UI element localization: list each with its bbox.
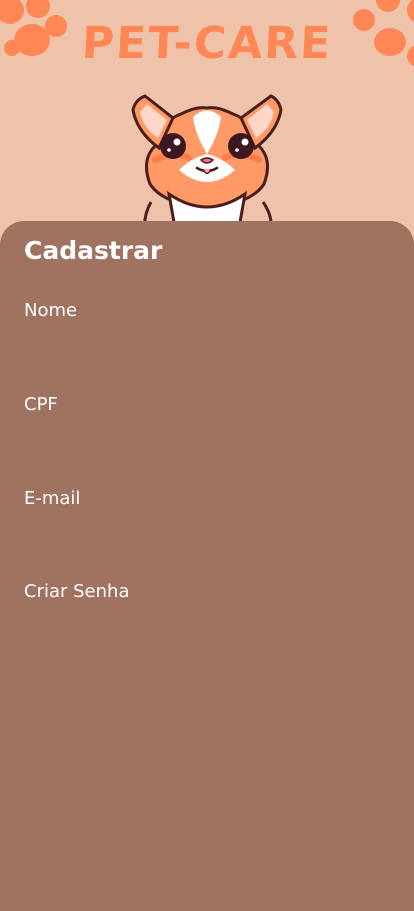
password-input[interactable] xyxy=(24,610,390,646)
name-input[interactable] xyxy=(24,329,390,365)
cpf-input[interactable] xyxy=(24,423,390,459)
cat-mascot xyxy=(105,62,309,232)
cpf-label: CPF xyxy=(24,394,58,415)
name-label: Nome xyxy=(24,300,78,321)
page-title: Cadastrar xyxy=(24,236,163,265)
email-input[interactable] xyxy=(24,517,390,553)
email-label: E-mail xyxy=(24,488,81,509)
cpf-field-group: CPF xyxy=(24,393,390,467)
name-field-group: Nome xyxy=(24,299,390,373)
password-field-group: Criar Senha xyxy=(24,580,390,654)
register-form-card: Cadastrar Nome CPF E-mail Criar Senha xyxy=(0,221,414,911)
password-label: Criar Senha xyxy=(24,581,130,602)
email-field-group: E-mail xyxy=(24,487,390,561)
header: PET-CARE xyxy=(0,0,414,240)
